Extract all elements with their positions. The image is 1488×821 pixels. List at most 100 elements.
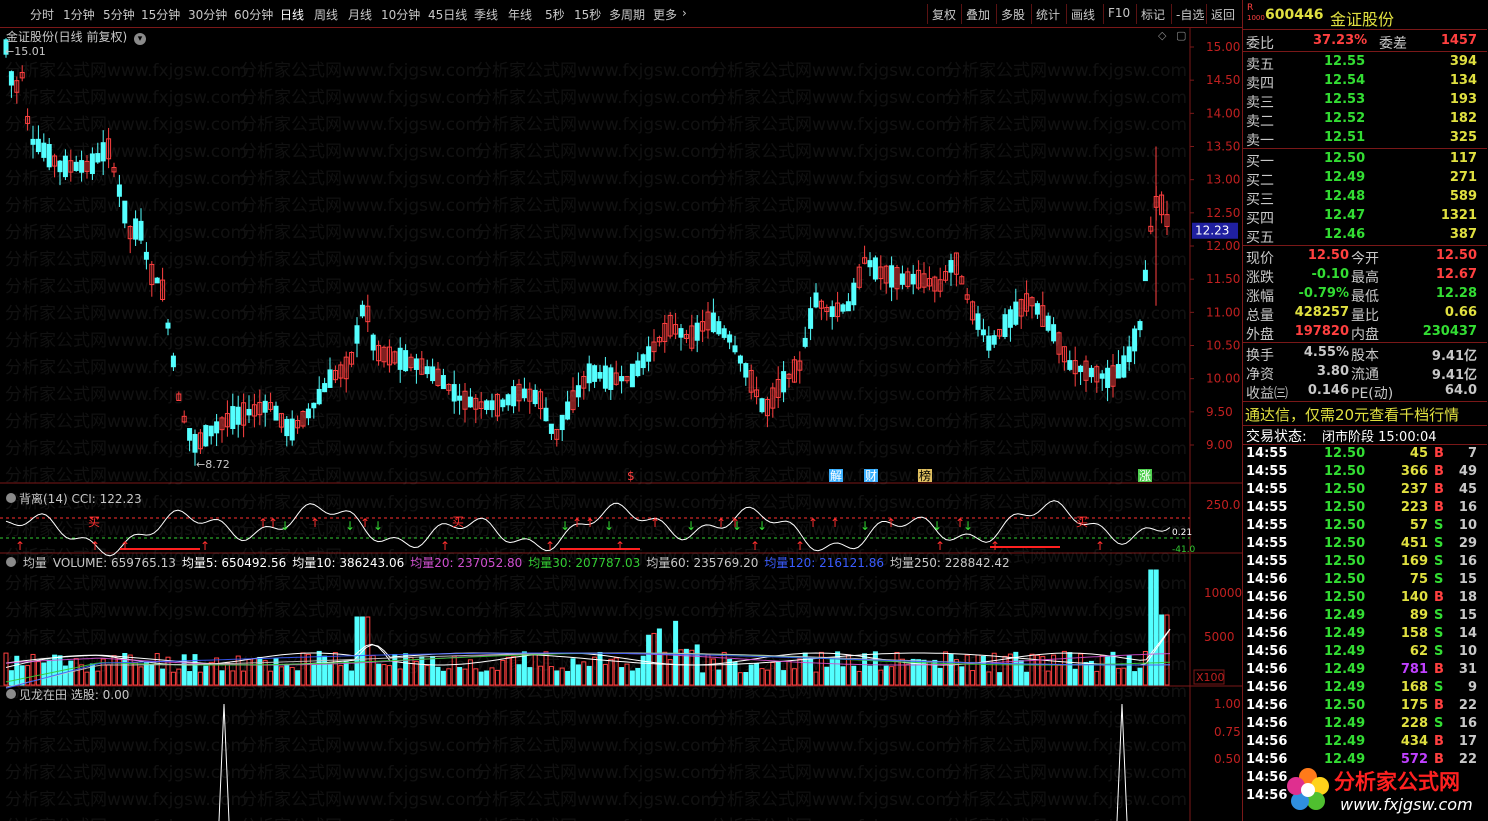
tool-button-0[interactable]: 复权 [932, 6, 956, 23]
watermark-text: 分析家公式网www.fxjgsw.com [475, 61, 717, 81]
period-tab-2[interactable]: 5分钟 [103, 6, 135, 23]
panel-menu-icon[interactable] [6, 493, 16, 503]
watermark-text: 分析家公式网www.fxjgsw.com [710, 817, 952, 821]
promo-row[interactable]: 通达信，仅需20元查看千档行情 [1243, 403, 1487, 425]
candle-body [235, 406, 241, 425]
bid-volume: 589 [1449, 189, 1477, 204]
more-chevron-icon[interactable]: › [682, 6, 687, 20]
tool-button-6[interactable]: 标记 [1141, 6, 1165, 23]
period-tab-13[interactable]: 5秒 [545, 6, 565, 23]
tick-volume: 158 [1400, 626, 1428, 641]
tick-time: 14:55 [1246, 518, 1288, 533]
chevron-down-icon[interactable]: ▾ [134, 33, 147, 45]
panel-menu-icon[interactable] [6, 689, 16, 699]
window-icon[interactable]: ▢ [1176, 29, 1186, 42]
market-flag: R [1247, 3, 1254, 13]
candle-body [1002, 314, 1008, 338]
candle-body [289, 418, 295, 441]
ask-row[interactable]: 卖四 12.54 134 [1243, 72, 1487, 92]
candle-body [138, 220, 144, 241]
watermark-text: 分析家公式网www.fxjgsw.com [945, 412, 1187, 432]
candle-body [467, 396, 473, 408]
tool-button-8[interactable]: 返回 [1211, 6, 1235, 23]
watermark-text: 分析家公式网www.fxjgsw.com [240, 790, 482, 810]
period-tab-4[interactable]: 30分钟 [188, 6, 227, 23]
period-tab-9[interactable]: 10分钟 [381, 6, 420, 23]
down-arrow-icon: ↓ [373, 519, 383, 533]
watermark-text: 分析家公式网www.fxjgsw.com [475, 223, 717, 243]
candle-body [727, 334, 733, 343]
stat-label: 最高 [1351, 270, 1379, 286]
tool-button-3[interactable]: 统计 [1036, 6, 1060, 23]
watermark-text: 分析家公式网www.fxjgsw.com [5, 115, 247, 135]
up-arrow-icon: ↑ [650, 516, 660, 530]
volume-bar [284, 663, 290, 686]
bid-row[interactable]: 买四 12.47 1321 [1243, 207, 1487, 227]
period-tab-7[interactable]: 周线 [314, 6, 338, 23]
event-marker[interactable]: 解 [830, 469, 842, 483]
tick-direction: S [1434, 644, 1444, 659]
promo-link[interactable]: 通达信，仅需20元查看千档行情 [1245, 404, 1459, 425]
ask-row[interactable]: 卖二 12.52 182 [1243, 110, 1487, 130]
candle-body [203, 425, 209, 447]
tick-time: 14:56 [1246, 734, 1288, 749]
period-tab-15[interactable]: 多周期 [609, 6, 645, 23]
watermark-text: 分析家公式网www.fxjgsw.com [945, 763, 1187, 783]
period-tab-1[interactable]: 1分钟 [63, 6, 95, 23]
bid-row[interactable]: 买三 12.48 589 [1243, 188, 1487, 208]
weibi-label: 委比 [1246, 36, 1274, 52]
bid-row[interactable]: 买二 12.49 271 [1243, 169, 1487, 189]
ask-row[interactable]: 卖三 12.53 193 [1243, 91, 1487, 111]
period-tab-16[interactable]: 更多 [653, 6, 677, 23]
stat-label: 今开 [1351, 251, 1379, 267]
tick-count: 10 [1458, 644, 1477, 659]
price-tick-label: 14.00 [1206, 106, 1240, 120]
period-tab-5[interactable]: 60分钟 [234, 6, 273, 23]
watermark-text: 分析家公式网www.fxjgsw.com [710, 196, 952, 216]
stat-label: 总量 [1246, 308, 1274, 324]
period-tab-3[interactable]: 15分钟 [141, 6, 180, 23]
event-marker[interactable]: $ [627, 469, 635, 483]
tool-button-5[interactable]: F10 [1108, 6, 1130, 20]
ask-row[interactable]: 卖一 12.51 325 [1243, 129, 1487, 149]
period-tab-14[interactable]: 15秒 [574, 6, 601, 23]
tool-button-4[interactable]: 画线 [1071, 6, 1095, 23]
period-tab-11[interactable]: 季线 [474, 6, 498, 23]
candle-body [1099, 373, 1105, 379]
volume-bar [959, 666, 965, 686]
bid-row[interactable]: 买五 12.46 387 [1243, 226, 1487, 246]
volume-bar [62, 665, 68, 686]
volume-bar [392, 654, 398, 686]
watermark-text: 分析家公式网www.fxjgsw.com [240, 574, 482, 594]
bid-row[interactable]: 买一 12.50 117 [1243, 150, 1487, 170]
tick-volume: 89 [1409, 608, 1428, 623]
volume-bar [619, 667, 625, 686]
volume-legend-item: 均量5: 650492.56 [181, 556, 287, 570]
chart-canvas[interactable]: 分析家公式网www.fxjgsw.com 分析家公式网www.fxjgsw.com… [0, 28, 1242, 821]
ask-volume: 134 [1449, 73, 1477, 88]
up-arrow-icon: ↑ [200, 539, 210, 553]
volume-bar [586, 665, 592, 686]
period-tab-8[interactable]: 月线 [348, 6, 372, 23]
price-tick-label: 13.00 [1206, 173, 1240, 187]
period-tab-6[interactable]: 日线 [280, 6, 304, 23]
event-marker[interactable]: 榜 [919, 468, 931, 483]
period-tab-10[interactable]: 45日线 [428, 6, 467, 23]
diamond-icon[interactable]: ◇ [1158, 29, 1166, 42]
event-marker[interactable]: 财 [865, 469, 877, 483]
ask-row[interactable]: 卖五 12.55 394 [1243, 53, 1487, 73]
current-price-label: 12.23 [1195, 224, 1229, 238]
panel-menu-icon[interactable] [6, 557, 16, 567]
chart-area[interactable]: 分析家公式网www.fxjgsw.com 分析家公式网www.fxjgsw.com… [0, 28, 1242, 821]
period-tab-0[interactable]: 分时 [30, 6, 54, 23]
tool-button-2[interactable]: 多股 [1001, 6, 1025, 23]
candle-body [872, 257, 878, 280]
weibi-value: 37.23% [1313, 33, 1368, 48]
volume-bar [656, 628, 662, 686]
tool-button-7[interactable]: -自选 [1176, 6, 1204, 23]
event-marker[interactable]: 涨 [1139, 468, 1151, 483]
tool-button-1[interactable]: 叠加 [966, 6, 990, 23]
period-tab-12[interactable]: 年线 [508, 6, 532, 23]
watermark-text: 分析家公式网www.fxjgsw.com [475, 88, 717, 108]
signal-tick-label: 1.00 [1214, 697, 1241, 711]
